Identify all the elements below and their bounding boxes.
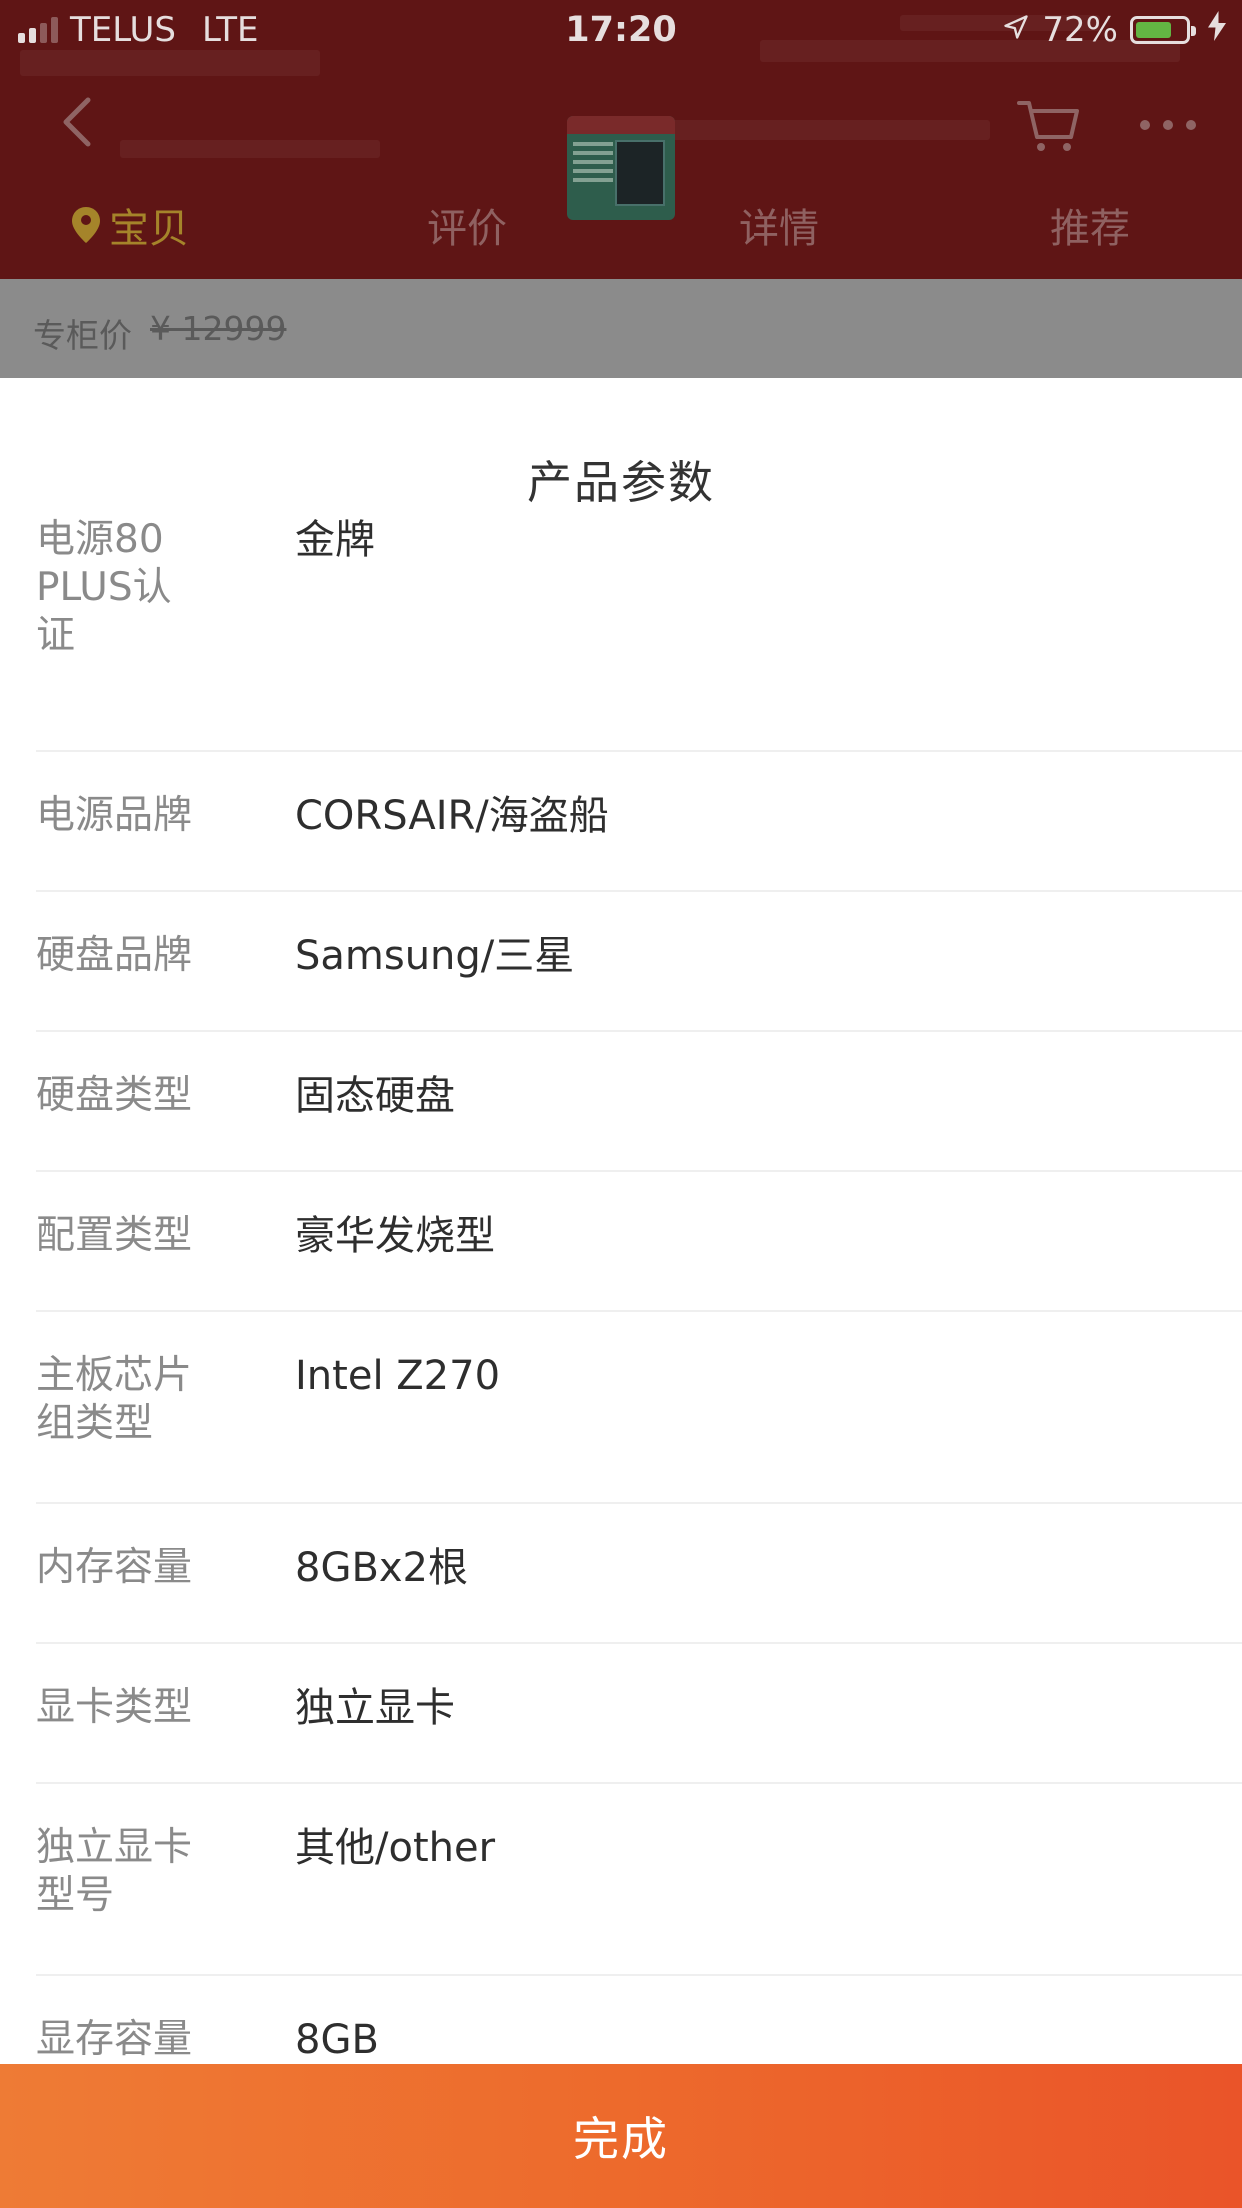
tab-label: 评价: [427, 206, 507, 252]
param-key: 硬盘类型: [36, 1073, 193, 1118]
tab-recommend[interactable]: 推荐: [980, 180, 1200, 270]
param-value: 豪华发烧型: [295, 1213, 495, 1259]
param-key: 显卡类型: [36, 1685, 193, 1730]
param-key: 硬盘品牌: [36, 933, 193, 978]
price-strip: 专柜价 ¥ 12999: [0, 279, 1242, 378]
tab-label: 详情: [739, 206, 819, 252]
location-arrow-icon: [1002, 10, 1030, 50]
location-pin-icon: [72, 207, 100, 243]
param-row: 主板芯片 组类型 Intel Z270: [36, 1312, 1242, 1504]
param-key: 显存容量: [36, 2017, 193, 2062]
param-list: 电源80 PLUS认证 金牌电源品牌 CORSAIR/海盗船硬盘品牌 Samsung/三…: [36, 514, 1242, 2064]
tab-label: 推荐: [1050, 206, 1130, 252]
back-button[interactable]: [50, 90, 110, 150]
more-icon: [1140, 120, 1150, 130]
param-value: 8GBx2根: [295, 1545, 469, 1591]
param-value: 金牌: [295, 517, 375, 563]
param-key: 独立显卡 型号: [36, 1825, 193, 1918]
param-row: 硬盘类型 固态硬盘: [36, 1032, 1242, 1172]
cart-icon: [1017, 101, 1079, 151]
more-button[interactable]: [1140, 110, 1196, 140]
tab-label: 宝贝: [109, 206, 189, 252]
nav-bar: [0, 60, 1242, 220]
tab-item[interactable]: 宝贝: [20, 180, 240, 270]
battery-percent: 72%: [1042, 10, 1118, 50]
cart-button[interactable]: [1015, 95, 1081, 155]
param-value: 独立显卡: [295, 1685, 455, 1731]
param-row: 显卡类型 独立显卡: [36, 1644, 1242, 1784]
param-value: 固态硬盘: [295, 1073, 455, 1119]
param-value: 其他/other: [295, 1825, 496, 1871]
status-bar: TELUS LTE 17:20 72%: [0, 0, 1242, 60]
battery-icon: [1130, 16, 1196, 44]
param-value: Intel Z270: [295, 1353, 501, 1399]
product-params-sheet: 产品参数 电源80 PLUS认证 金牌电源品牌 CORSAIR/海盗船硬盘品牌 Sams…: [0, 378, 1242, 2064]
original-price: ¥ 12999: [150, 309, 287, 348]
param-row: 电源品牌 CORSAIR/海盗船: [36, 752, 1242, 892]
param-key: 电源品牌: [36, 793, 193, 838]
param-key: 电源80 PLUS认证: [36, 517, 172, 658]
app-header: TELUS LTE 17:20 72% 宝贝 评价 详情 推荐: [0, 0, 1242, 279]
param-value: Samsung/三星: [295, 933, 575, 979]
param-row: 独立显卡 型号 其他/other: [36, 1784, 1242, 1976]
tab-bar: 宝贝 评价 详情 推荐: [0, 180, 1242, 279]
param-row: 显存容量 8GB: [36, 1976, 1242, 2064]
battery-level: [1136, 22, 1171, 38]
param-value: 8GB: [295, 2017, 379, 2063]
param-key: 主板芯片 组类型: [36, 1353, 193, 1446]
tab-reviews[interactable]: 评价: [357, 180, 577, 270]
param-key: 内存容量: [36, 1545, 193, 1590]
param-row: 电源80 PLUS认证 金牌: [36, 514, 1242, 752]
done-button[interactable]: 完成: [0, 2064, 1242, 2208]
param-row: 硬盘品牌 Samsung/三星: [36, 892, 1242, 1032]
tab-details[interactable]: 详情: [669, 180, 889, 270]
price-label: 专柜价: [33, 316, 132, 355]
param-row: 配置类型 豪华发烧型: [36, 1172, 1242, 1312]
param-value: CORSAIR/海盗船: [295, 793, 609, 839]
sheet-title: 产品参数: [526, 456, 715, 509]
chevron-left-icon: [63, 97, 91, 147]
charging-bolt-icon: [1208, 10, 1226, 50]
param-key: 配置类型: [36, 1213, 193, 1258]
param-row: 内存容量 8GBx2根: [36, 1504, 1242, 1644]
